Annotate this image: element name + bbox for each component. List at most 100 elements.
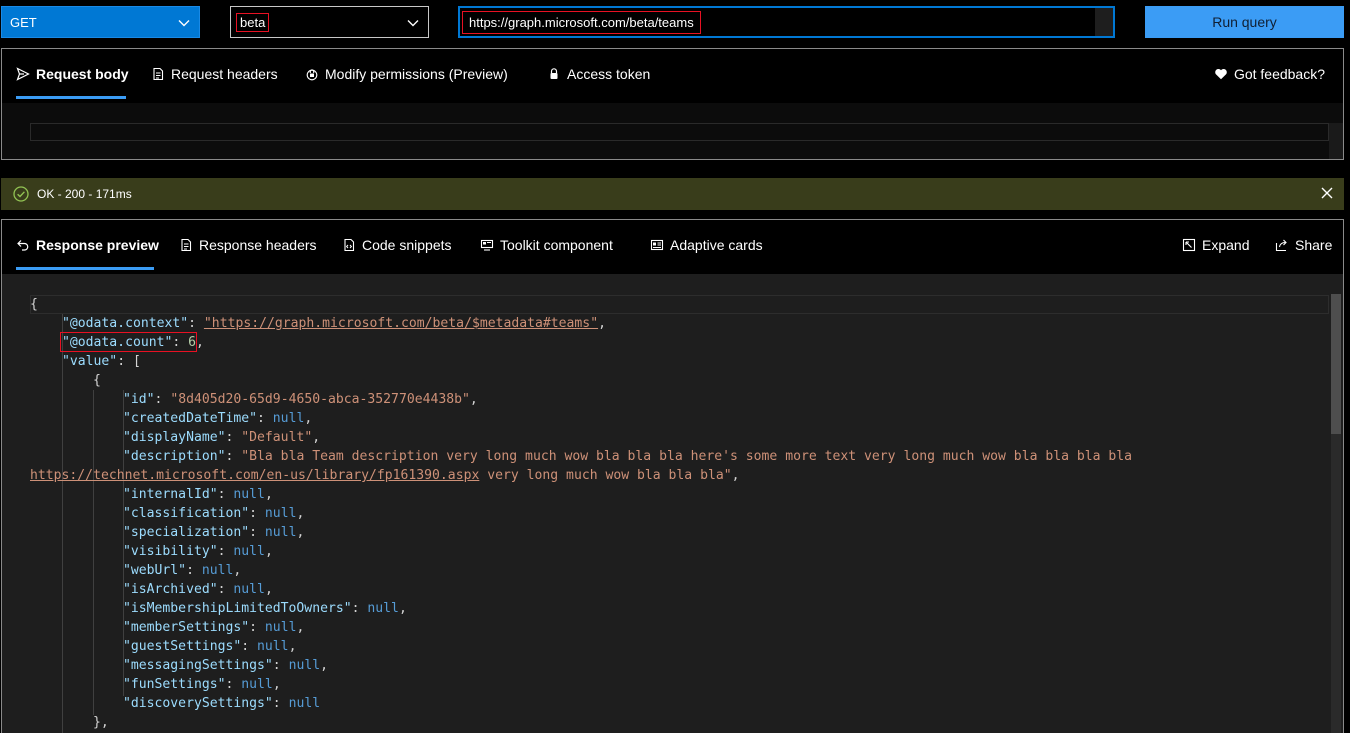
json-null: null <box>241 677 273 692</box>
json-value-displayname: "Default" <box>241 430 313 445</box>
tab-toolkit-component[interactable]: Toolkit component <box>480 237 613 253</box>
json-line: { <box>93 373 101 388</box>
json-line: "isMembershipLimitedToOwners": null, <box>123 601 407 616</box>
json-null: null <box>257 639 289 654</box>
json-link-description-url[interactable]: https://technet.microsoft.com/en-us/libr… <box>30 468 479 483</box>
active-tab-indicator <box>16 267 154 270</box>
json-line: "discoverySettings": null <box>123 696 321 711</box>
json-line: { <box>30 297 38 312</box>
shield-lock-icon <box>306 69 318 81</box>
expand-icon <box>1182 238 1196 252</box>
scrollbar-thumb[interactable] <box>1331 294 1341 434</box>
tab-label: Access token <box>567 66 651 82</box>
response-json-viewer[interactable]: { "@odata.context": "https://graph.micro… <box>2 274 1343 733</box>
response-tabs: Response preview Response headers Code s… <box>2 220 1343 274</box>
json-key-id: "id" <box>123 392 155 407</box>
json-line: "@odata.context": "https://graph.microso… <box>62 316 606 331</box>
json-line: "webUrl": null, <box>123 563 242 578</box>
json-key-value: "value" <box>62 354 118 369</box>
json-line: "memberSettings": null, <box>123 620 305 635</box>
json-value-description-end: very long much wow bla bla bla" <box>479 468 732 483</box>
json-line: "guestSettings": null, <box>123 639 297 654</box>
json-line: "specialization": null, <box>123 525 305 540</box>
indent-guide <box>62 314 63 733</box>
json-key: "visibility" <box>123 544 218 559</box>
active-tab-indicator <box>16 96 126 99</box>
request-body-editor[interactable] <box>2 103 1343 159</box>
tab-request-body[interactable]: Request body <box>16 66 129 82</box>
json-value-description: "Bla bla Team description very long much… <box>241 449 1133 464</box>
json-line: "internalId": null, <box>123 487 273 502</box>
json-line: "description": "Bla bla Team description… <box>123 449 1133 464</box>
tab-request-headers[interactable]: Request headers <box>151 66 278 82</box>
tab-adaptive-cards[interactable]: Adaptive cards <box>650 237 763 253</box>
close-icon[interactable] <box>1320 186 1334 200</box>
indent-guide <box>93 390 94 715</box>
json-null: null <box>233 487 265 502</box>
json-null: null <box>264 525 297 540</box>
tab-label: Request body <box>36 66 129 82</box>
query-url-input[interactable]: https://graph.microsoft.com/beta/teams <box>458 6 1115 38</box>
tab-label: Modify permissions (Preview) <box>325 66 508 82</box>
json-line: "id": "8d405d20-65d9-4650-abca-352770e44… <box>123 392 478 407</box>
toolkit-icon <box>480 239 494 251</box>
tab-label: Response preview <box>36 237 159 253</box>
check-circle-icon <box>13 186 29 202</box>
share-label: Share <box>1295 237 1333 253</box>
json-key: "internalId" <box>123 487 218 502</box>
run-query-button[interactable]: Run query <box>1145 6 1344 38</box>
tab-label: Toolkit component <box>500 237 613 253</box>
status-text: OK - 200 - 171ms <box>37 187 132 201</box>
json-key-description: "description" <box>123 449 226 464</box>
http-method-select[interactable]: GET <box>1 6 200 38</box>
tab-response-preview[interactable]: Response preview <box>16 237 159 253</box>
json-line: "visibility": null, <box>123 544 273 559</box>
share-icon <box>1275 239 1287 252</box>
json-line: "messagingSettings": null, <box>123 658 328 673</box>
json-key: "memberSettings" <box>123 620 250 635</box>
json-line: }, <box>93 715 109 730</box>
share-button[interactable]: Share <box>1275 237 1332 253</box>
tab-code-snippets[interactable]: Code snippets <box>342 237 452 253</box>
status-bar: OK - 200 - 171ms <box>1 178 1344 210</box>
api-version-value: beta <box>236 12 270 32</box>
tab-access-token[interactable]: Access token <box>547 66 650 82</box>
tab-modify-permissions[interactable]: Modify permissions (Preview) <box>305 66 508 82</box>
json-key-odata-context: "@odata.context" <box>62 316 189 331</box>
json-key: "webUrl" <box>123 563 187 578</box>
json-null: null <box>264 506 297 521</box>
json-key: "isArchived" <box>123 582 218 597</box>
tab-response-headers[interactable]: Response headers <box>179 237 317 253</box>
expand-button[interactable]: Expand <box>1182 237 1249 253</box>
tab-label: Adaptive cards <box>670 237 763 253</box>
json-link-odata-context[interactable]: "https://graph.microsoft.com/beta/$metad… <box>204 316 598 331</box>
json-line: "createdDateTime": null, <box>123 411 313 426</box>
json-key: "funSettings" <box>123 677 226 692</box>
json-key: "guestSettings" <box>123 639 242 654</box>
expand-label: Expand <box>1202 237 1250 253</box>
json-key: "isMembershipLimitedToOwners" <box>123 601 352 616</box>
request-editor-scrollbar[interactable] <box>1329 123 1343 159</box>
json-line: https://technet.microsoft.com/en-us/libr… <box>30 468 740 483</box>
json-null: null <box>367 601 399 616</box>
json-null: null <box>264 620 297 635</box>
feedback-button[interactable]: Got feedback? <box>1214 66 1325 82</box>
tab-label: Request headers <box>171 66 278 82</box>
json-key: "specialization" <box>123 525 250 540</box>
editor-current-line <box>30 295 1329 314</box>
api-version-select[interactable]: beta <box>230 6 429 38</box>
json-line: "funSettings": null, <box>123 677 281 692</box>
json-null: null <box>288 696 321 711</box>
json-key: "classification" <box>123 506 250 521</box>
query-url-value: https://graph.microsoft.com/beta/teams <box>462 11 701 34</box>
json-null: null <box>288 658 321 673</box>
http-method-value: GET <box>10 14 37 30</box>
heart-icon <box>1215 68 1227 80</box>
json-value-id: "8d405d20-65d9-4650-abca-352770e4438b" <box>170 392 470 407</box>
document-icon <box>181 238 192 252</box>
feedback-label: Got feedback? <box>1233 66 1325 82</box>
json-line: "displayName": "Default", <box>123 430 321 445</box>
url-scrollbar <box>1095 8 1113 36</box>
request-tabs: Request body Request headers Modify perm… <box>2 49 1343 103</box>
response-scrollbar[interactable] <box>1331 294 1341 733</box>
